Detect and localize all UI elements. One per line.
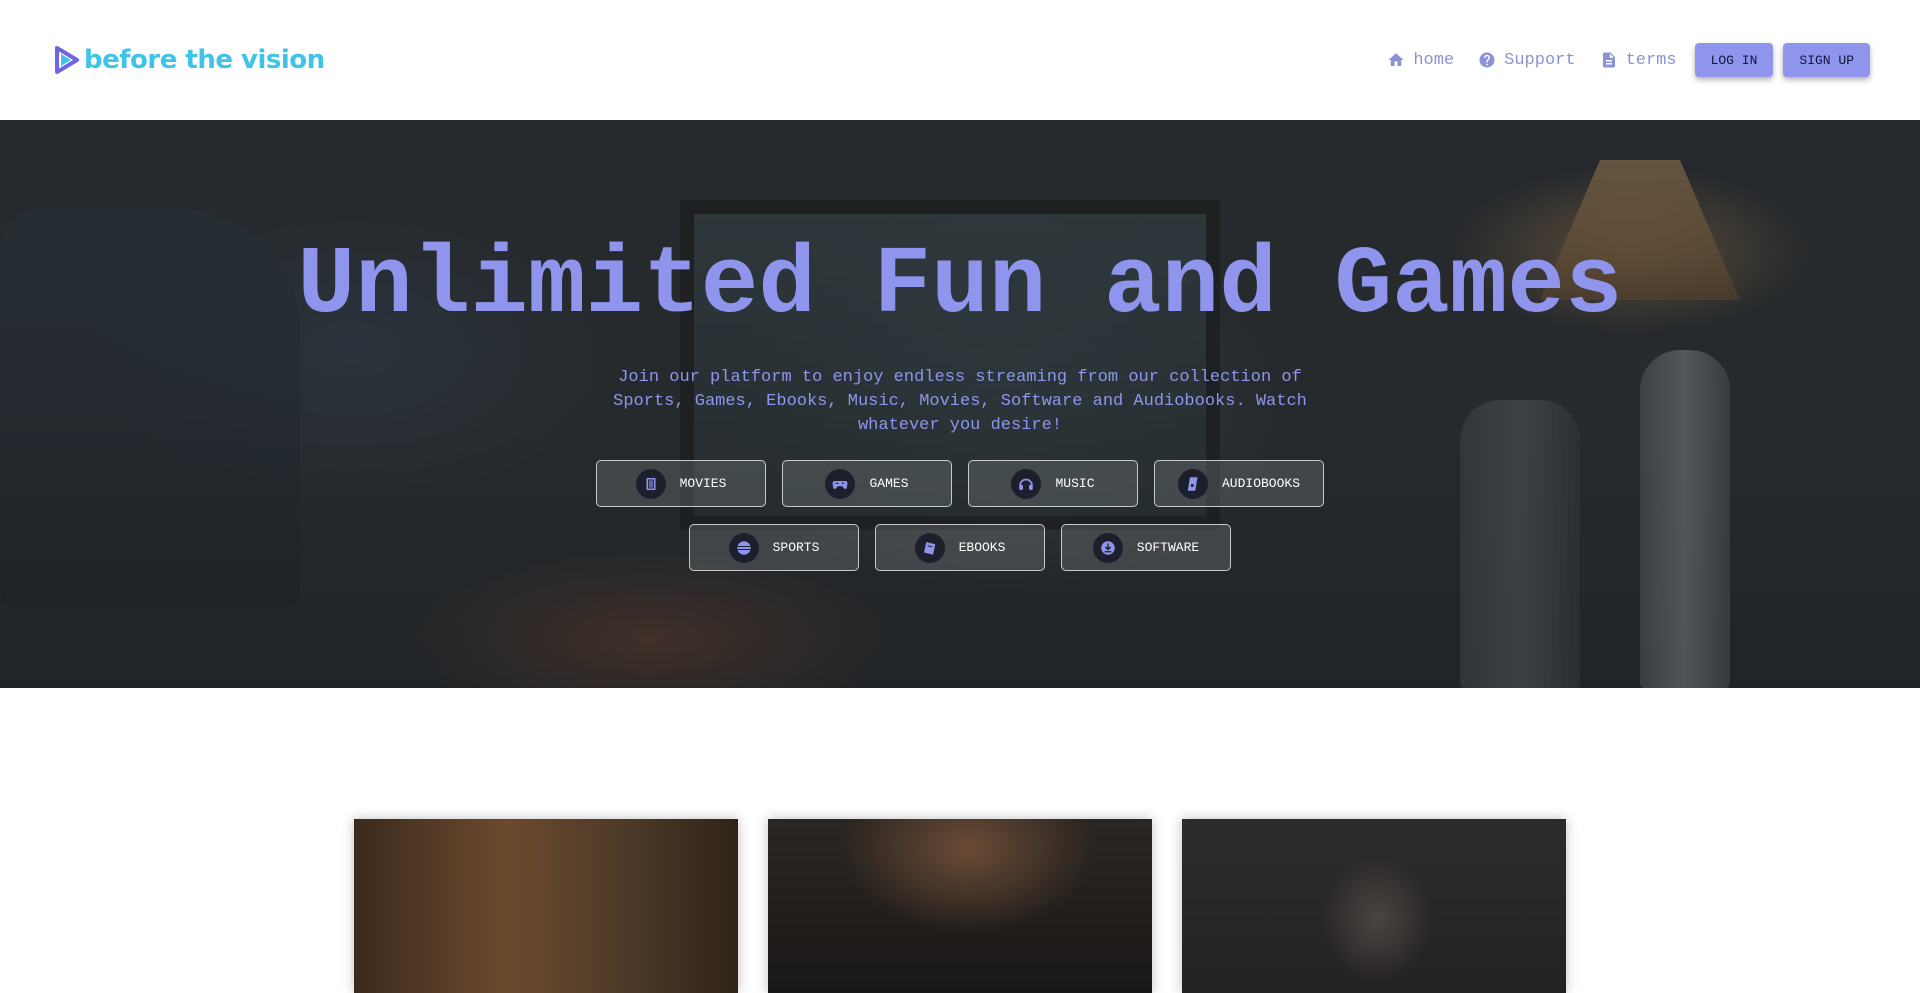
brand-logo[interactable]: before the vision bbox=[50, 44, 325, 76]
category-software-button[interactable]: SOFTWARE bbox=[1061, 524, 1231, 571]
category-music-label: MUSIC bbox=[1055, 476, 1095, 491]
headphones-icon bbox=[1011, 468, 1042, 499]
nav-support-link[interactable]: Support bbox=[1478, 50, 1576, 70]
nav-terms-label: terms bbox=[1625, 50, 1677, 70]
feature-cards bbox=[354, 819, 1566, 993]
nav-terms-link[interactable]: terms bbox=[1600, 51, 1677, 70]
document-icon bbox=[1602, 52, 1615, 68]
category-sports-button[interactable]: SPORTS bbox=[689, 524, 859, 571]
ebook-icon bbox=[914, 532, 945, 563]
nav-home-link[interactable]: home bbox=[1387, 51, 1454, 70]
hero-subtitle: Join our platform to enjoy endless strea… bbox=[613, 368, 1307, 435]
ball-icon bbox=[728, 532, 759, 563]
category-software-label: SOFTWARE bbox=[1136, 540, 1200, 555]
category-audiobooks-label: AUDIOBOOKS bbox=[1221, 476, 1300, 491]
hero-title: Unlimited Fun and Games bbox=[297, 231, 1623, 340]
home-icon bbox=[1388, 53, 1404, 66]
category-ebooks-label: EBOOKS bbox=[958, 540, 1006, 555]
category-movies-button[interactable]: MOVIES bbox=[596, 460, 766, 507]
category-row-1: MOVIES GAMES MUSIC AUDIOBOOKS bbox=[0, 460, 1920, 507]
top-nav: home Support terms LOG IN SIGN UP bbox=[1387, 43, 1870, 77]
help-circle-icon bbox=[1479, 52, 1495, 68]
category-music-button[interactable]: MUSIC bbox=[968, 460, 1138, 507]
category-row-2: SPORTS EBOOKS SOFTWARE bbox=[0, 524, 1920, 571]
category-games-label: GAMES bbox=[869, 476, 909, 491]
audiobook-icon bbox=[1177, 468, 1208, 499]
category-sports-label: SPORTS bbox=[772, 540, 820, 555]
signup-button[interactable]: SIGN UP bbox=[1783, 43, 1870, 77]
nav-support-label: Support bbox=[1504, 50, 1576, 70]
login-button[interactable]: LOG IN bbox=[1694, 43, 1774, 77]
download-icon bbox=[1092, 532, 1123, 563]
nav-home-label: home bbox=[1413, 50, 1455, 70]
feature-card-image[interactable] bbox=[1182, 819, 1566, 993]
category-audiobooks-button[interactable]: AUDIOBOOKS bbox=[1154, 460, 1324, 507]
hero-banner: Unlimited Fun and Games Join our platfor… bbox=[0, 120, 1920, 688]
feature-card-image[interactable] bbox=[354, 819, 738, 993]
play-logo-icon bbox=[55, 46, 79, 74]
category-movies-label: MOVIES bbox=[679, 476, 727, 491]
film-icon bbox=[635, 468, 666, 499]
gamepad-icon bbox=[825, 468, 856, 499]
feature-card-image[interactable] bbox=[768, 819, 1152, 993]
site-header: before the vision home Support terms LOG… bbox=[0, 0, 1920, 120]
category-ebooks-button[interactable]: EBOOKS bbox=[875, 524, 1045, 571]
brand-name: before the vision bbox=[84, 45, 325, 75]
category-games-button[interactable]: GAMES bbox=[782, 460, 952, 507]
